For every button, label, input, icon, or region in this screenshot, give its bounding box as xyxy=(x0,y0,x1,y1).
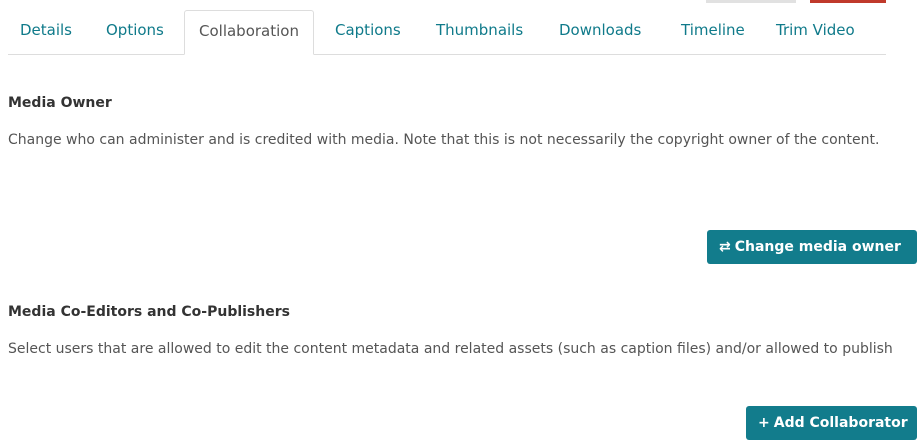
change-media-owner-label: Change media owner xyxy=(734,239,901,255)
tab-trim-video[interactable]: Trim Video xyxy=(776,10,855,54)
tab-timeline[interactable]: Timeline xyxy=(681,10,745,54)
media-tabs: Details Options Collaboration Captions T… xyxy=(8,10,886,55)
co-editors-description: Select users that are allowed to edit th… xyxy=(8,341,893,357)
tab-collaboration[interactable]: Collaboration xyxy=(184,10,314,55)
tab-options[interactable]: Options xyxy=(106,10,164,54)
change-media-owner-button[interactable]: ⇄ Change media owner xyxy=(707,230,917,264)
add-collaborator-label: Add Collaborator xyxy=(773,415,908,431)
tab-downloads[interactable]: Downloads xyxy=(559,10,641,54)
plus-icon: + xyxy=(758,415,770,431)
top-strip-gray xyxy=(706,0,796,3)
tab-captions[interactable]: Captions xyxy=(335,10,401,54)
tab-details[interactable]: Details xyxy=(20,10,72,54)
top-strip-red xyxy=(810,0,886,3)
tab-thumbnails[interactable]: Thumbnails xyxy=(436,10,523,54)
add-collaborator-button[interactable]: + Add Collaborator xyxy=(746,406,917,440)
swap-arrows-icon: ⇄ xyxy=(719,239,731,255)
media-owner-heading: Media Owner xyxy=(8,95,112,111)
media-owner-description: Change who can administer and is credite… xyxy=(8,132,880,148)
co-editors-heading: Media Co-Editors and Co-Publishers xyxy=(8,304,290,320)
